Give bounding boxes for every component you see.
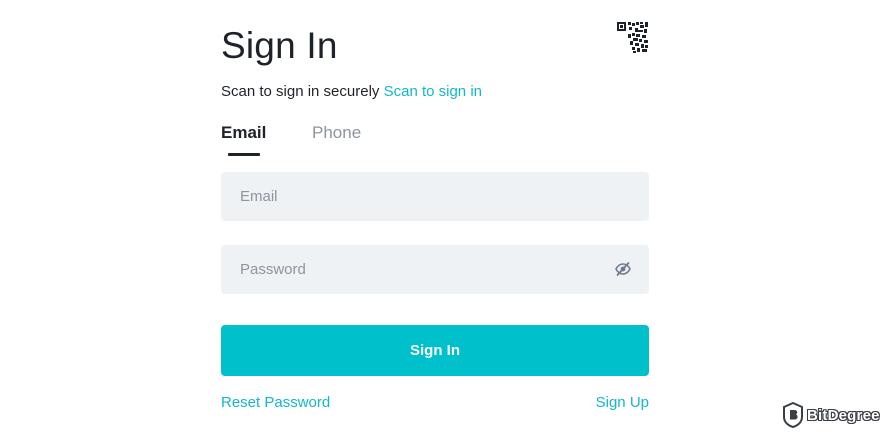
reset-password-link[interactable]: Reset Password [221,393,330,413]
password-field-container [221,245,649,294]
scan-to-sign-in-link[interactable]: Scan to sign in [384,83,482,100]
toggle-password-visibility-button[interactable] [615,261,631,277]
tab-email[interactable]: Email [221,122,266,144]
bitdegree-logo-icon [783,402,803,428]
eye-slash-icon [615,262,631,276]
sign-in-page: Sign In Scan to sign in securely Scan to… [0,0,880,434]
sign-up-link[interactable]: Sign Up [596,393,649,413]
qr-code-icon [617,22,648,53]
scan-prompt: Scan to sign in securely Scan to sign in [221,82,482,102]
sign-in-button[interactable]: Sign In [221,325,649,376]
qr-code-login-button[interactable] [616,21,649,54]
tab-phone[interactable]: Phone [312,122,361,144]
active-tab-indicator [228,153,260,156]
page-title: Sign In [221,25,338,66]
login-method-tabs: Email Phone [221,122,521,158]
email-input[interactable] [221,172,649,221]
watermark-text: BitDegree [807,406,880,424]
watermark: BitDegree [782,402,880,428]
scan-prompt-text: Scan to sign in securely [221,83,380,100]
password-input[interactable] [221,245,649,294]
email-field-container [221,172,649,221]
